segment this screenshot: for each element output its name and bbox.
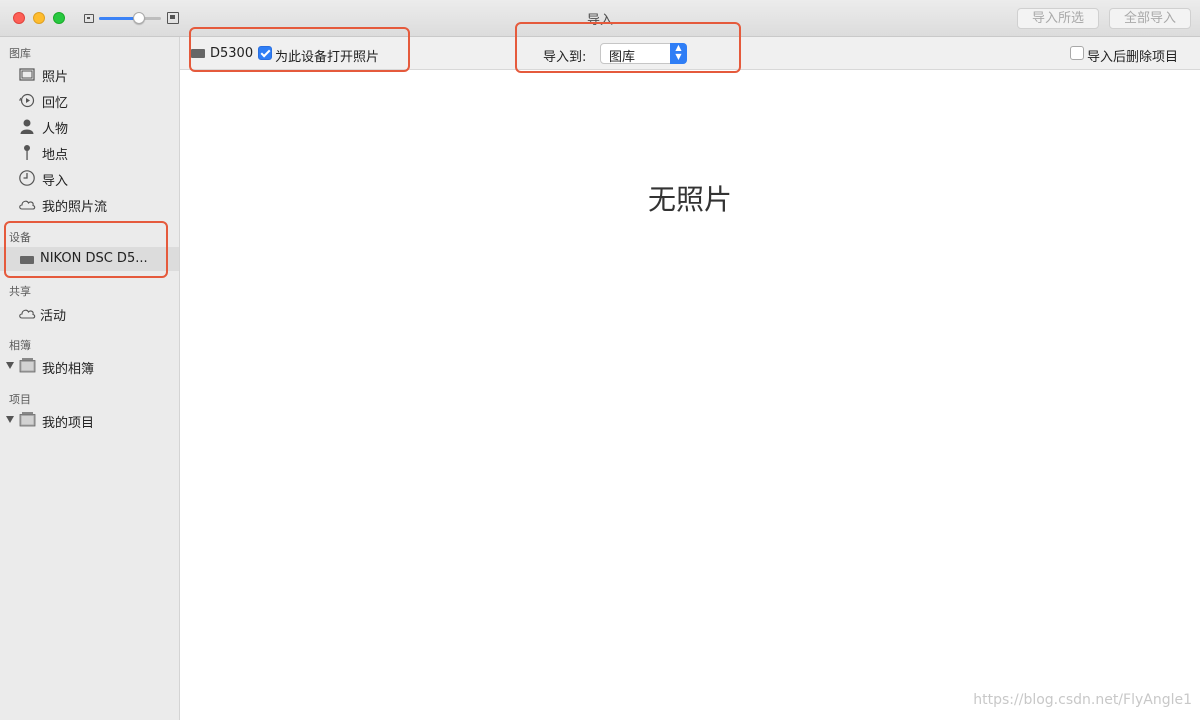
- sidebar-item-my-projects[interactable]: 我的项目: [0, 408, 179, 432]
- sidebar-item-label: 地点: [42, 148, 69, 163]
- sidebar: 图库 照片 回忆 人物 地点 导入 我的照片流 设备 NIKON DSC D5.…: [0, 37, 180, 720]
- sidebar-item-memories[interactable]: 回忆: [0, 88, 179, 112]
- sidebar-item-label: 活动: [40, 309, 67, 324]
- import-selected-button[interactable]: 导入所选: [1017, 8, 1099, 29]
- photos-icon: [19, 68, 35, 81]
- sidebar-item-photos[interactable]: 照片: [0, 62, 179, 86]
- sidebar-item-photo-stream[interactable]: 我的照片流: [0, 192, 179, 216]
- annotation-box-import-to: [515, 22, 741, 73]
- section-header-library: 图库: [9, 47, 31, 60]
- sidebar-item-label: 导入: [42, 174, 69, 189]
- sidebar-item-imports[interactable]: 导入: [0, 166, 179, 190]
- photo-stream-icon: [19, 200, 36, 210]
- annotation-box-device: [189, 27, 410, 72]
- sidebar-item-label: 我的相簿: [42, 362, 95, 377]
- empty-state-message: 无照片: [647, 183, 732, 216]
- section-header-shared: 共享: [9, 285, 31, 298]
- annotation-box-sidebar-device: [4, 221, 168, 278]
- sidebar-item-label: 人物: [42, 122, 69, 137]
- imports-icon: [19, 170, 35, 186]
- delete-after-import-checkbox[interactable]: [1070, 46, 1084, 60]
- sidebar-item-activity[interactable]: 活动: [0, 301, 179, 325]
- sidebar-item-label: 照片: [42, 70, 69, 85]
- import-all-button[interactable]: 全部导入: [1109, 8, 1191, 29]
- disclosure-triangle-icon[interactable]: [6, 416, 14, 423]
- section-header-projects: 项目: [9, 393, 31, 406]
- sidebar-item-my-albums[interactable]: 我的相簿: [0, 354, 179, 378]
- sidebar-item-people[interactable]: 人物: [0, 114, 179, 138]
- sidebar-item-label: 回忆: [42, 96, 69, 111]
- section-header-albums: 相簿: [9, 339, 31, 352]
- cloud-icon: [19, 309, 36, 319]
- places-icon: [24, 145, 30, 160]
- people-icon: [20, 119, 34, 134]
- memories-icon: [19, 93, 35, 108]
- delete-after-import-label[interactable]: 导入后删除项目: [1087, 46, 1178, 65]
- folder-icon: [19, 412, 36, 427]
- sidebar-item-label: 我的项目: [42, 416, 95, 431]
- watermark: https://blog.csdn.net/FlyAngle1: [973, 692, 1192, 708]
- folder-icon: [19, 358, 36, 373]
- disclosure-triangle-icon[interactable]: [6, 362, 14, 369]
- sidebar-item-places[interactable]: 地点: [0, 140, 179, 164]
- sidebar-item-label: 我的照片流: [42, 200, 108, 215]
